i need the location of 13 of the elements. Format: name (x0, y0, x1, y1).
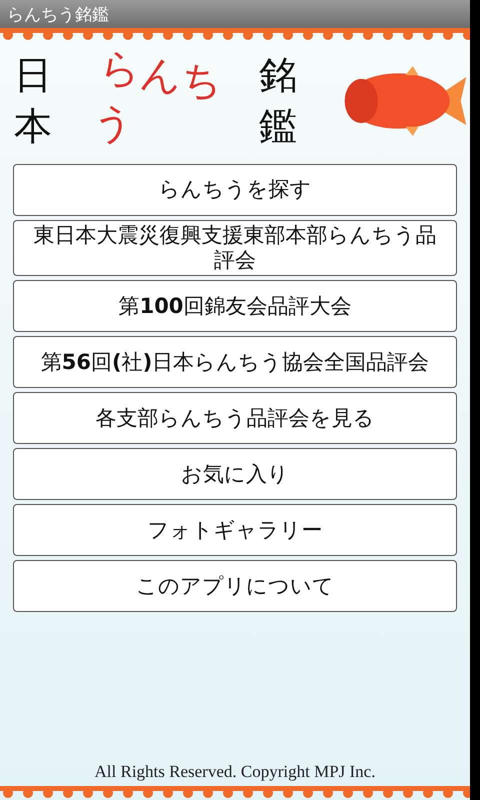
menu-button[interactable]: 第100回錦友会品評大会 (13, 280, 457, 332)
logo-text: らんちう (89, 42, 226, 152)
menu-button[interactable]: このアプリについて (13, 560, 457, 612)
menu-button[interactable]: 各支部らんちう品評会を見る (13, 392, 457, 444)
menu-button[interactable]: 第56回(社)日本らんちう協会全国品評会 (13, 336, 457, 388)
menu-button[interactable]: 東日本大震災復興支援東部本部らんちう品評会 (13, 220, 457, 276)
copyright-text: All Rights Reserved. Copyright MPJ Inc. (94, 762, 376, 783)
logo-text: 銘鑑 (259, 52, 298, 150)
window-title: らんちう銘鑑 (7, 4, 109, 26)
logo-text: 日本 (14, 52, 53, 150)
menu-button[interactable]: らんちうを探す (13, 164, 457, 216)
menu-button[interactable]: お気に入り (13, 448, 457, 500)
menu-button[interactable]: フォトギャラリー (13, 504, 457, 556)
